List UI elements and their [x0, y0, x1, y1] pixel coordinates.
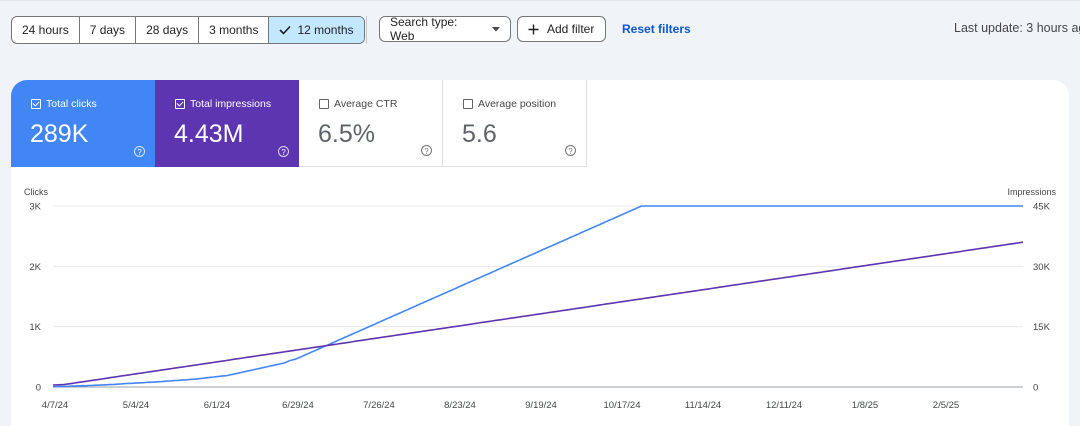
y-left-tick: 2K: [29, 262, 41, 273]
range-7-days[interactable]: 7 days: [80, 17, 137, 43]
clicks-series-line: [53, 205, 1023, 388]
x-tick: 5/4/24: [123, 400, 149, 411]
x-tick: 7/26/24: [363, 400, 395, 411]
chart-grid: [53, 205, 1023, 388]
add-filter-label: Add filter: [547, 22, 595, 36]
y-right-tick: 0: [1033, 383, 1038, 394]
x-tick: 1/8/25: [852, 400, 878, 411]
reset-filters-link[interactable]: Reset filters: [622, 22, 691, 36]
x-tick: 6/1/24: [204, 400, 230, 411]
plus-icon: [528, 24, 539, 34]
x-tick: 4/7/24: [42, 400, 68, 411]
y-left-tick: 3K: [29, 202, 41, 213]
y-right-tick: 45K: [1033, 202, 1051, 213]
impressions-series-line: [52, 241, 1024, 386]
x-tick: 11/14/24: [685, 400, 721, 411]
chart-series: [52, 205, 1024, 388]
range-3-months[interactable]: 3 months: [199, 17, 270, 43]
range-label: 3 months: [209, 23, 259, 37]
toolbar-divider: [366, 16, 367, 44]
performance-chart[interactable]: Clicks Impressions 0 0 1K 15K 2K 30K 3K 45K 4/7/…: [11, 80, 1069, 426]
x-tick: 6/29/24: [282, 400, 314, 411]
search-type-dropdown[interactable]: Search type: Web: [379, 15, 511, 43]
x-tick: 9/19/24: [525, 400, 557, 411]
y-left-tick: 1K: [29, 322, 41, 333]
x-tick: 2/5/25: [933, 400, 959, 411]
range-label: 7 days: [89, 23, 126, 37]
performance-card: Total clicks 289K ? Total impressions 4.…: [11, 80, 1069, 426]
x-tick: 8/23/24: [444, 400, 476, 411]
range-label: 12 months: [297, 23, 354, 37]
date-range-selector: 24 hours 7 days 28 days 3 months 12 mont…: [11, 16, 365, 44]
range-24-hours[interactable]: 24 hours: [12, 17, 80, 43]
y-right-axis-title: Impressions: [1007, 187, 1056, 197]
add-filter-button[interactable]: Add filter: [517, 16, 606, 42]
x-tick: 12/11/24: [766, 400, 802, 411]
y-left-axis-title: Clicks: [24, 187, 48, 197]
dropdown-arrow-icon: [492, 26, 500, 31]
x-tick: 10/17/24: [604, 400, 641, 411]
range-28-days[interactable]: 28 days: [136, 17, 200, 43]
y-right-tick: 15K: [1033, 322, 1051, 333]
top-divider: [0, 0, 1080, 1]
range-12-months[interactable]: 12 months: [269, 17, 364, 43]
search-type-label: Search type: Web: [390, 15, 458, 43]
range-label: 28 days: [146, 23, 189, 37]
last-update-text: Last update: 3 hours ago: [954, 21, 1080, 35]
range-label: 24 hours: [22, 23, 69, 37]
check-icon: [279, 25, 292, 35]
y-left-tick: 0: [36, 383, 41, 394]
y-right-tick: 30K: [1033, 262, 1051, 273]
